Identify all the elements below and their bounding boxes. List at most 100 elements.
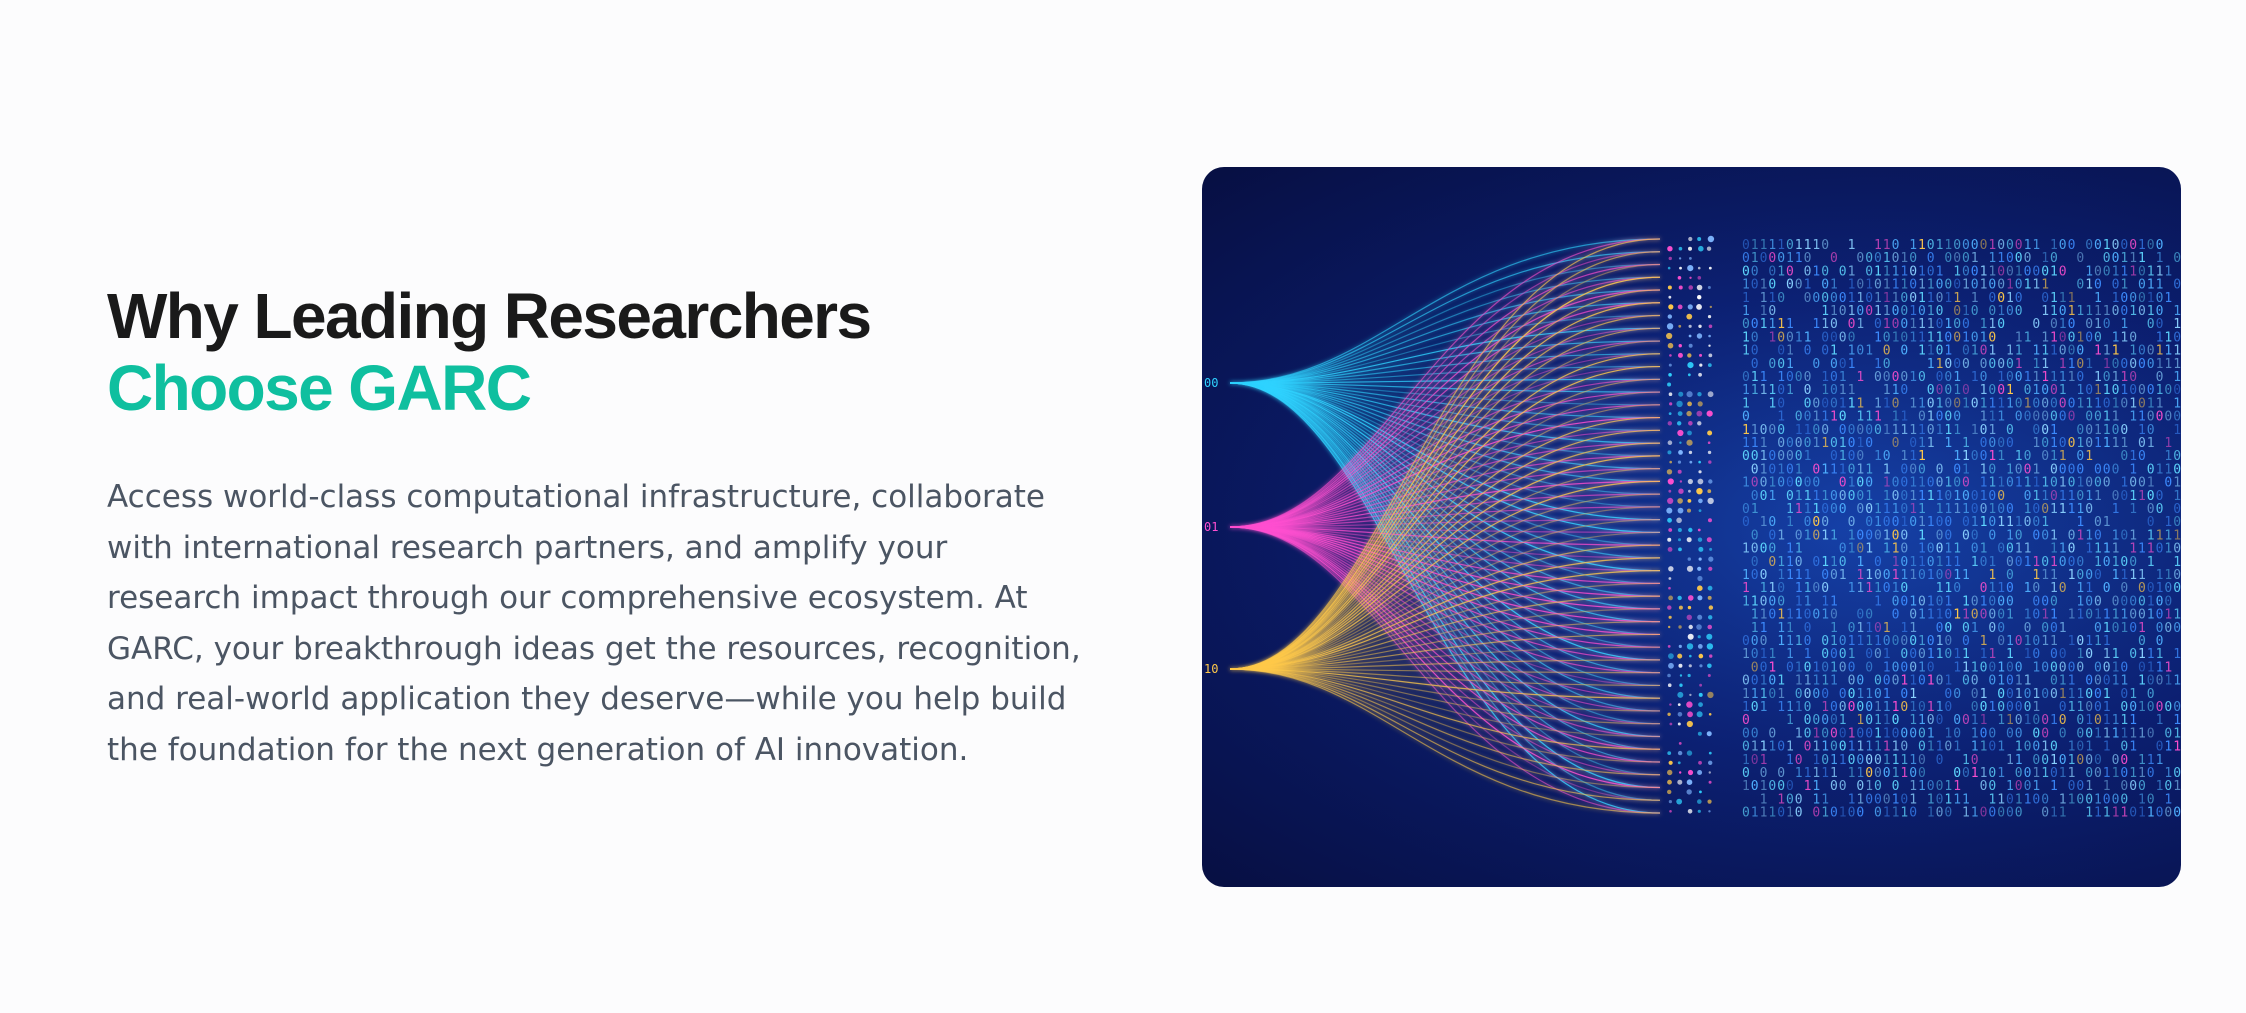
binary-digit: 1 xyxy=(2138,674,2146,689)
binary-digit: 0 xyxy=(1980,238,1988,253)
binary-digit: 1 xyxy=(1795,726,1803,741)
binary-digit: 0 xyxy=(1944,700,1952,715)
data-dot xyxy=(1676,400,1683,408)
binary-digit: 0 xyxy=(1874,423,1882,438)
data-dot xyxy=(1677,750,1683,756)
binary-digit: 1 xyxy=(1927,806,1935,821)
data-dot xyxy=(1667,537,1672,542)
data-dot xyxy=(1686,720,1693,728)
binary-digit: 0 xyxy=(1768,423,1776,438)
data-dot xyxy=(1689,654,1692,658)
binary-digit: 0 xyxy=(2147,726,2155,741)
data-dot xyxy=(1706,246,1712,251)
binary-digit: 0 xyxy=(2006,304,2014,319)
data-dot xyxy=(1667,751,1672,755)
binary-digit: 1 xyxy=(1856,581,1864,596)
binary-digit: 0 xyxy=(1900,700,1908,715)
binary-digit: 0 xyxy=(2076,251,2084,266)
binary-digit: 1 xyxy=(1821,608,1829,623)
binary-digit: 1 xyxy=(1971,766,1979,781)
data-dot xyxy=(1667,342,1674,349)
data-dot xyxy=(1667,673,1671,678)
data-dot xyxy=(1696,410,1703,417)
binary-digit: 1 xyxy=(1927,740,1935,755)
binary-digit: 0 xyxy=(2103,581,2111,596)
binary-digit: 0 xyxy=(2068,410,2076,425)
binary-digit: 1 xyxy=(2103,436,2111,451)
data-dot xyxy=(1688,527,1693,533)
binary-digit: 1 xyxy=(2041,568,2049,583)
binary-digit: 1 xyxy=(1742,542,1750,557)
binary-digit: 1 xyxy=(1795,330,1803,345)
binary-digit: 1 xyxy=(2068,792,2076,807)
binary-digit: 0 xyxy=(1812,528,1820,543)
data-dot xyxy=(1669,402,1673,406)
data-dot xyxy=(1678,663,1683,668)
binary-digit: 0 xyxy=(1768,555,1776,570)
data-dot xyxy=(1698,760,1702,765)
binary-digit: 0 xyxy=(1821,238,1829,253)
binary-digit: 1 xyxy=(2032,436,2040,451)
binary-digit: 1 xyxy=(1900,806,1908,821)
binary-digit: 1 xyxy=(1777,700,1785,715)
data-dot xyxy=(1678,771,1682,774)
data-dot xyxy=(1677,460,1682,464)
binary-digit: 0 xyxy=(1874,370,1882,385)
binary-digit: 1 xyxy=(2094,634,2102,649)
data-dot xyxy=(1687,304,1693,310)
data-dot xyxy=(1677,779,1683,785)
data-dot xyxy=(1689,276,1692,279)
binary-digit: 1 xyxy=(1848,766,1856,781)
binary-digit: 0 xyxy=(1751,568,1759,583)
data-dot xyxy=(1686,789,1692,795)
data-dot xyxy=(1687,809,1693,814)
binary-digit: 0 xyxy=(2094,238,2102,253)
binary-digit: 0 xyxy=(2156,502,2164,517)
binary-digit: 0 xyxy=(1997,317,2005,332)
data-dot xyxy=(1706,537,1712,543)
data-dot xyxy=(1708,353,1713,358)
data-dot xyxy=(1666,469,1673,475)
binary-digit: 1 xyxy=(2147,436,2155,451)
binary-digit: 1 xyxy=(1997,515,2005,530)
data-dot xyxy=(1706,410,1713,417)
binary-digit: 1 xyxy=(2015,476,2023,491)
binary-digit: 1 xyxy=(1760,806,1768,821)
binary-digit: 0 xyxy=(1892,674,1900,689)
binary-digit: 1 xyxy=(2138,726,2146,741)
binary-digit: 0 xyxy=(1812,581,1820,596)
data-dot xyxy=(1667,266,1671,270)
binary-digit: 0 xyxy=(1821,344,1829,359)
binary-digit: 0 xyxy=(1839,779,1847,794)
data-dot xyxy=(1679,683,1683,687)
data-dot xyxy=(1666,507,1673,514)
binary-digit: 1 xyxy=(1883,806,1891,821)
data-dot xyxy=(1686,313,1693,320)
binary-digit: 1 xyxy=(1927,436,1935,451)
binary-digit: 0 xyxy=(1997,806,2005,821)
data-dot xyxy=(1696,488,1703,495)
binary-digit: 0 xyxy=(1944,806,1952,821)
binary-digit: 1 xyxy=(1962,806,1970,821)
binary-digit: 0 xyxy=(2076,278,2084,293)
binary-digit: 0 xyxy=(2129,647,2137,662)
binary-digit: 1 xyxy=(1795,766,1803,781)
heading-line-primary: Why Leading Researchers xyxy=(107,280,872,352)
binary-digit: 1 xyxy=(1936,423,1944,438)
data-dot xyxy=(1707,363,1712,367)
data-dot xyxy=(1667,440,1673,446)
binary-digit: 1 xyxy=(1909,396,1917,411)
binary-digit: 1 xyxy=(1856,317,1864,332)
data-dot xyxy=(1698,509,1702,512)
binary-digit: 0 xyxy=(1883,766,1891,781)
binary-digit: 0 xyxy=(2129,621,2137,636)
binary-digit: 1 xyxy=(2112,674,2120,689)
binary-digit: 0 xyxy=(1988,674,1996,689)
binary-digit: 1 xyxy=(2120,621,2128,636)
data-dot xyxy=(1697,635,1701,639)
binary-digit: 1 xyxy=(1812,317,1820,332)
binary-digit: 1 xyxy=(1962,568,1970,583)
binary-digit: 0 xyxy=(2094,766,2102,781)
data-dot xyxy=(1667,285,1672,290)
binary-digit: 1 xyxy=(2173,740,2181,755)
